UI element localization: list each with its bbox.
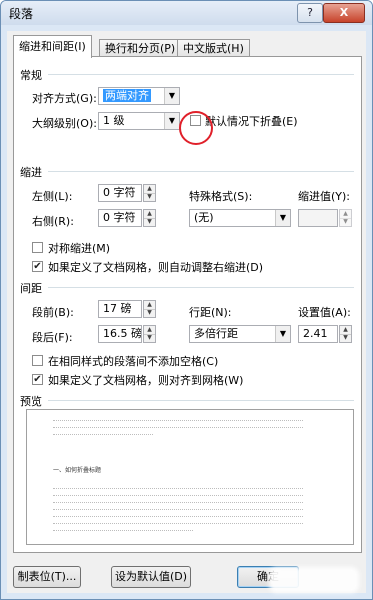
spacing-at-label: 设置值(A): (298, 306, 351, 319)
chevron-down-icon[interactable]: ▼ (275, 210, 290, 226)
preview-line (53, 523, 303, 525)
dialog-title: 段落 (9, 7, 34, 21)
preview-pane: 一、如何折叠标题 (26, 409, 354, 545)
line-spacing-dropdown[interactable]: 多倍行距 ▼ (189, 325, 291, 343)
indent-by-input[interactable] (298, 209, 338, 227)
divider (48, 400, 354, 401)
paragraph-dialog: 段落 ? X 缩进和间距(I) 换行和分页(P) 中文版式(H) 常规 对齐方式… (0, 0, 373, 600)
set-as-default-button[interactable]: 设为默认值(D) (111, 566, 191, 588)
preview-line (53, 434, 153, 436)
smudge-overlay (269, 567, 359, 593)
line-spacing-value: 多倍行距 (194, 327, 238, 340)
general-section-header: 常规 (20, 69, 42, 82)
space-after-label: 段后(F): (32, 331, 73, 344)
annotation-circle (179, 111, 213, 145)
spin-down-icon[interactable]: ▼ (144, 309, 155, 317)
preview-line (53, 495, 303, 497)
chevron-down-icon[interactable]: ▼ (164, 113, 179, 129)
no-space-same-style-checkbox[interactable] (32, 355, 43, 366)
close-button[interactable]: X (323, 3, 365, 23)
snap-to-grid-checkbox[interactable]: ✔ (32, 374, 43, 385)
special-format-label: 特殊格式(S): (189, 190, 253, 203)
auto-adjust-indent-checkbox[interactable]: ✔ (32, 261, 43, 272)
left-indent-spinner[interactable]: ▲ ▼ (143, 184, 156, 202)
right-indent-spinner[interactable]: ▲ ▼ (143, 209, 156, 227)
alignment-value: 两端对齐 (103, 89, 151, 102)
tab-asian-typography[interactable]: 中文版式(H) (177, 39, 250, 57)
spacing-at-input[interactable]: 2.41 (298, 325, 338, 343)
divider (48, 74, 354, 75)
outline-level-label: 大纲级别(O): (32, 117, 97, 130)
preview-line (53, 509, 303, 511)
tab-indents-spacing[interactable]: 缩进和间距(I) (13, 35, 92, 58)
indent-by-label: 缩进值(Y): (298, 190, 351, 203)
alignment-dropdown[interactable]: 两端对齐 ▼ (98, 87, 180, 105)
collapse-label: 默认情况下折叠(E) (205, 115, 298, 128)
mirror-indent-checkbox[interactable] (32, 242, 43, 253)
auto-adjust-indent-label: 如果定义了文档网格，则自动调整右缩进(D) (48, 261, 264, 274)
preview-sample-text: 一、如何折叠标题 (53, 467, 102, 474)
line-spacing-label: 行距(N): (189, 306, 232, 319)
preview-section-header: 预览 (20, 395, 42, 408)
title-bar: 段落 ? X (1, 1, 372, 25)
space-before-input[interactable]: 17 磅 (98, 300, 142, 318)
chevron-down-icon[interactable]: ▼ (164, 88, 179, 104)
special-format-dropdown[interactable]: (无) ▼ (189, 209, 291, 227)
space-before-spinner[interactable]: ▲ ▼ (143, 300, 156, 318)
left-indent-label: 左侧(L): (32, 190, 73, 203)
spin-down-icon[interactable]: ▼ (144, 193, 155, 201)
tab-line-page-breaks[interactable]: 换行和分页(P) (99, 39, 182, 57)
preview-line (53, 530, 193, 532)
spacing-section-header: 间距 (20, 282, 42, 295)
right-indent-input[interactable]: 0 字符 (98, 209, 142, 227)
chevron-down-icon[interactable]: ▼ (275, 326, 290, 342)
spin-down-icon[interactable]: ▼ (340, 218, 351, 226)
divider (48, 287, 354, 288)
preview-line (53, 427, 303, 429)
right-indent-label: 右侧(R): (32, 215, 74, 228)
left-indent-input[interactable]: 0 字符 (98, 184, 142, 202)
spin-down-icon[interactable]: ▼ (144, 334, 155, 342)
alignment-label: 对齐方式(G): (32, 92, 97, 105)
help-button[interactable]: ? (297, 3, 323, 23)
divider (48, 171, 354, 172)
preview-line (53, 502, 303, 504)
space-after-input[interactable]: 16.5 磅 (98, 325, 142, 343)
preview-line (53, 516, 303, 518)
outline-level-value: 1 级 (103, 114, 125, 127)
outline-level-dropdown[interactable]: 1 级 ▼ (98, 112, 180, 130)
spin-down-icon[interactable]: ▼ (340, 334, 351, 342)
snap-to-grid-label: 如果定义了文档网格，则对齐到网格(W) (48, 374, 244, 387)
mirror-indent-label: 对称缩进(M) (48, 242, 111, 255)
special-format-value: (无) (194, 211, 214, 224)
preview-line (53, 488, 303, 490)
space-after-spinner[interactable]: ▲ ▼ (143, 325, 156, 343)
space-before-label: 段前(B): (32, 306, 74, 319)
preview-line (53, 420, 303, 422)
no-space-same-style-label: 在相同样式的段落间不添加空格(C) (48, 355, 219, 368)
indent-section-header: 缩进 (20, 166, 42, 179)
spacing-at-spinner[interactable]: ▲ ▼ (339, 325, 352, 343)
tabs-button[interactable]: 制表位(T)... (13, 566, 81, 588)
indent-by-spinner[interactable]: ▲ ▼ (339, 209, 352, 227)
spin-down-icon[interactable]: ▼ (144, 218, 155, 226)
